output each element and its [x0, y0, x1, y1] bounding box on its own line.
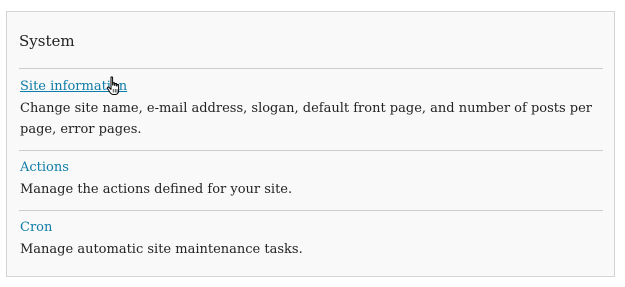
panel-title: System — [19, 32, 75, 50]
actions-description: Manage the actions defined for your site… — [20, 182, 293, 197]
cron-link[interactable]: Cron — [20, 220, 52, 235]
system-panel: System Site information Change site name… — [6, 11, 615, 277]
actions-link[interactable]: Actions — [20, 160, 69, 175]
divider — [19, 68, 603, 69]
divider — [19, 210, 603, 211]
hand-pointer-icon — [106, 76, 120, 95]
cron-description: Manage automatic site maintenance tasks. — [20, 242, 303, 257]
divider — [19, 150, 603, 151]
site-information-description: Change site name, e-mail address, slogan… — [20, 101, 593, 137]
